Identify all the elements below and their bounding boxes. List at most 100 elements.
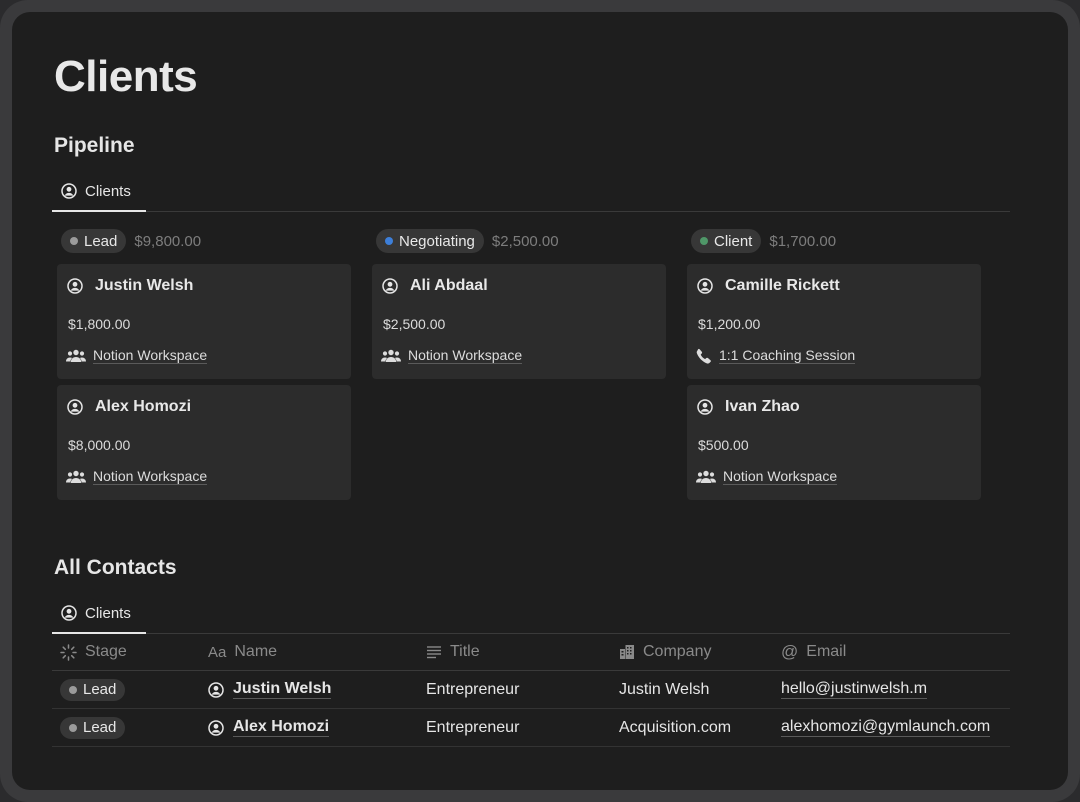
card-relation[interactable]: Notion Workspace: [66, 347, 208, 364]
people-icon: [696, 470, 716, 484]
column-header-company[interactable]: Company: [619, 634, 711, 670]
tab-label: Clients: [85, 604, 131, 622]
relation-link[interactable]: Notion Workspace: [723, 468, 838, 485]
card-title: Justin Welsh: [67, 277, 193, 295]
tab-label: Clients: [85, 182, 131, 200]
contacts-table: Stage Aa Name Title Company @ Email Lead…: [52, 634, 1010, 747]
status-dot: [385, 237, 393, 245]
card-amount: $2,500.00: [383, 316, 446, 332]
board-card[interactable]: Ivan Zhao $500.00 Notion Workspace: [687, 385, 981, 500]
device-frame: Clients Pipeline Clients Lead $9,800.00 Ju…: [0, 0, 1080, 802]
table-header: Stage Aa Name Title Company @ Email: [52, 634, 1010, 671]
card-title: Alex Homozi: [67, 398, 191, 416]
email-cell[interactable]: alexhomozi@gymlaunch.com: [781, 709, 991, 746]
column-header: Negotiating $2,500.00: [372, 228, 666, 254]
tab-pipeline-clients[interactable]: Clients: [52, 172, 146, 212]
table-row[interactable]: Lead Alex Homozi Entrepreneur Acquisition.c…: [52, 709, 1010, 747]
status-badge[interactable]: Negotiating: [376, 229, 484, 253]
user-circle-icon: [697, 278, 713, 294]
email-link[interactable]: hello@justinwelsh.m: [781, 680, 928, 699]
status-dot: [700, 237, 708, 245]
status-badge[interactable]: Lead: [61, 229, 127, 253]
pipeline-title: Pipeline: [54, 134, 135, 157]
user-circle-icon: [697, 399, 713, 415]
card-relation[interactable]: Notion Workspace: [66, 468, 208, 485]
status-badge[interactable]: Client: [691, 229, 762, 253]
user-circle-icon: [382, 278, 398, 294]
table-body: Lead Justin Welsh Entrepreneur Justin Welsh…: [52, 671, 1010, 747]
company-cell[interactable]: Acquisition.com: [619, 709, 731, 746]
board-card[interactable]: Camille Rickett $1,200.00 1:1 Coaching Ses…: [687, 264, 981, 379]
page-title: Clients: [54, 52, 198, 101]
contacts-view-tabs: Clients: [52, 594, 1010, 634]
column-sum: $2,500.00: [491, 232, 559, 250]
status-label: Lead: [84, 232, 118, 250]
status-label: Negotiating: [399, 232, 475, 250]
card-amount: $500.00: [698, 437, 749, 453]
card-relation[interactable]: 1:1 Coaching Session: [696, 347, 856, 364]
card-amount: $1,200.00: [698, 316, 761, 332]
people-icon: [66, 470, 86, 484]
user-circle-icon: [67, 399, 83, 415]
board-card[interactable]: Ali Abdaal $2,500.00 Notion Workspace: [372, 264, 666, 379]
card-relation[interactable]: Notion Workspace: [696, 468, 838, 485]
text-aa-icon: Aa: [208, 643, 227, 661]
people-icon: [381, 349, 401, 363]
status-badge: Lead: [60, 716, 126, 739]
board-card[interactable]: Alex Homozi $8,000.00 Notion Workspace: [57, 385, 351, 500]
status-badge: Lead: [60, 678, 126, 701]
column-header-email[interactable]: @ Email: [781, 634, 846, 670]
column-sum: $9,800.00: [134, 232, 202, 250]
card-amount: $8,000.00: [68, 437, 131, 453]
lines-icon: [426, 645, 442, 659]
stage-cell[interactable]: Lead: [60, 671, 126, 708]
user-circle-icon: [61, 183, 77, 199]
name-link[interactable]: Alex Homozi: [233, 718, 330, 737]
status-dot: [70, 237, 78, 245]
column-header-stage[interactable]: Stage: [60, 634, 127, 670]
column-header: Lead $9,800.00: [57, 228, 351, 254]
card-title: Camille Rickett: [697, 277, 840, 295]
user-circle-icon: [208, 681, 224, 698]
at-icon: @: [781, 642, 799, 661]
board-column-client: Client $1,700.00 Camille Rickett $1,200.00 1…: [687, 228, 981, 500]
relation-link[interactable]: Notion Workspace: [93, 468, 208, 485]
status-dot: [69, 685, 77, 694]
name-cell[interactable]: Alex Homozi: [208, 709, 330, 746]
people-icon: [66, 349, 86, 363]
pipeline-view-tabs: Clients: [52, 172, 1010, 212]
card-title: Ali Abdaal: [382, 277, 488, 295]
user-circle-icon: [67, 278, 83, 294]
column-sum: $1,700.00: [769, 232, 837, 250]
building-icon: [619, 644, 635, 660]
page: Clients Pipeline Clients Lead $9,800.00 Ju…: [12, 12, 1068, 790]
card-title: Ivan Zhao: [697, 398, 800, 416]
all-contacts-title: All Contacts: [54, 556, 177, 579]
user-circle-icon: [61, 605, 77, 621]
tab-contacts-clients[interactable]: Clients: [52, 594, 146, 634]
email-cell[interactable]: hello@justinwelsh.m: [781, 671, 928, 708]
column-header: Client $1,700.00: [687, 228, 981, 254]
email-link[interactable]: alexhomozi@gymlaunch.com: [781, 718, 991, 737]
relation-link[interactable]: Notion Workspace: [93, 347, 208, 364]
user-circle-icon: [208, 719, 224, 736]
relation-link[interactable]: Notion Workspace: [408, 347, 523, 364]
stage-cell[interactable]: Lead: [60, 709, 126, 746]
table-row[interactable]: Lead Justin Welsh Entrepreneur Justin Welsh…: [52, 671, 1010, 709]
column-header-title[interactable]: Title: [426, 634, 480, 670]
board-column-lead: Lead $9,800.00 Justin Welsh $1,800.00 Notion…: [57, 228, 351, 500]
board-column-negotiating: Negotiating $2,500.00 Ali Abdaal $2,500.00 N…: [372, 228, 666, 379]
card-amount: $1,800.00: [68, 316, 131, 332]
name-link[interactable]: Justin Welsh: [233, 680, 332, 699]
status-dot: [69, 723, 77, 732]
column-header-name[interactable]: Aa Name: [208, 634, 277, 670]
name-cell[interactable]: Justin Welsh: [208, 671, 332, 708]
board-card[interactable]: Justin Welsh $1,800.00 Notion Workspace: [57, 264, 351, 379]
card-relation[interactable]: Notion Workspace: [381, 347, 523, 364]
relation-link[interactable]: 1:1 Coaching Session: [719, 347, 856, 364]
company-cell[interactable]: Justin Welsh: [619, 671, 709, 708]
title-cell[interactable]: Entrepreneur: [426, 671, 519, 708]
status-label: Client: [714, 232, 753, 250]
title-cell[interactable]: Entrepreneur: [426, 709, 519, 746]
phone-icon: [696, 348, 712, 364]
